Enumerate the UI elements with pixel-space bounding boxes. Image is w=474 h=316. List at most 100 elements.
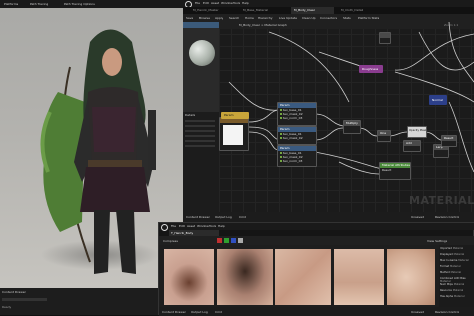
channel-g[interactable]	[224, 238, 229, 243]
material-bottom-0[interactable]: Content Drawer	[186, 215, 210, 219]
tex-bottom-0[interactable]: Content Drawer	[162, 310, 186, 314]
material-editor-window: File Edit Asset Window Tools Help M_Henr…	[183, 0, 474, 222]
tex-menu-asset[interactable]: Asset	[187, 224, 195, 228]
menu-window[interactable]: Window	[221, 1, 233, 5]
menu-tools[interactable]: Tools	[233, 1, 240, 5]
detail-row-2: Max In-Game Material	[440, 259, 469, 262]
sword-prop[interactable]	[148, 110, 156, 170]
small-node-c[interactable]: Add	[403, 140, 421, 152]
detail-row-6: Num Mips Material	[440, 283, 465, 286]
tex-menu-window[interactable]: Window	[197, 224, 209, 228]
doc-tab-2[interactable]: M_Body_Clear	[291, 7, 334, 14]
material-status-0[interactable]: Unsaved	[411, 215, 424, 219]
top-node-header	[380, 33, 390, 38]
texture-sample-node[interactable]	[219, 117, 249, 151]
tb-platform-stats[interactable]: Platform Stats	[358, 16, 379, 20]
tb-live-update[interactable]: Live Update	[279, 16, 297, 20]
tb-apply[interactable]: Apply	[215, 16, 223, 20]
material-toolbar: Save Browse Apply Search Home Hierarchy …	[183, 14, 474, 22]
tex-menu-file[interactable]: File	[171, 224, 176, 228]
detail-row-4: Method Material	[440, 271, 462, 274]
level-viewport[interactable]: Platforms Path Tracing Path Tracing Opti…	[0, 0, 183, 315]
menu-file[interactable]: File	[195, 1, 200, 5]
tb-clean-up[interactable]: Clean Up	[302, 16, 316, 20]
tex-menu-edit[interactable]: Edit	[179, 224, 185, 228]
tb-stats[interactable]: Stats	[343, 16, 351, 20]
viewport-bottom-bar: Content Drawer Ready	[0, 288, 183, 315]
material-bottom-1[interactable]: Output Log	[215, 215, 232, 219]
tb-save[interactable]: Save	[186, 16, 193, 20]
material-status-bar: Content Drawer Output Log Cmd Unsaved Re…	[183, 212, 474, 222]
material-watermark: MATERIAL	[409, 194, 474, 207]
skin-swatch-5	[387, 249, 435, 305]
material-attributes-node[interactable]: Material Attributes Result	[379, 162, 411, 180]
material-graph[interactable]: M_Body_Clear > Material Graph Zoom 1:1 P…	[219, 22, 474, 212]
tex-menu-help[interactable]: Help	[218, 224, 225, 228]
texture-param-node-1[interactable]: Param tex_base_01 tex_mask_02 tex_norm_0…	[277, 102, 317, 126]
tb-search[interactable]: Search	[229, 16, 239, 20]
tex-compress[interactable]: Compress	[163, 239, 178, 243]
detail-row-8: Has Alpha Material	[440, 295, 465, 298]
normal-param-node[interactable]: Normal	[429, 95, 447, 105]
channel-r[interactable]	[217, 238, 222, 243]
tb-browse[interactable]: Browse	[199, 16, 210, 20]
channel-a[interactable]	[238, 238, 243, 243]
doc-tab-0[interactable]: M_Henrik_Master	[193, 8, 231, 12]
menu-asset[interactable]: Asset	[211, 1, 219, 5]
material-attributes-row: Result	[382, 168, 392, 172]
details-row	[185, 125, 215, 127]
menu-help[interactable]: Help	[242, 1, 249, 5]
view-settings[interactable]: View Settings	[427, 239, 447, 243]
yellow-param-node[interactable]: Param	[221, 112, 249, 119]
tex-bottom-1[interactable]: Output Log	[191, 310, 208, 314]
details-row	[185, 130, 215, 132]
yellow-param-label: Param	[224, 113, 234, 117]
tex-bottom-2[interactable]: Cmd	[215, 310, 222, 314]
content-drawer-label[interactable]: Content Drawer	[2, 290, 26, 294]
top-node[interactable]	[379, 32, 391, 44]
texture-details-panel[interactable]: Imported Material Displayed Material Max…	[439, 245, 474, 307]
viewport-tab-0[interactable]: Platforms	[4, 2, 18, 6]
multiply-node[interactable]: Multiply	[343, 120, 361, 134]
material-status-1[interactable]: Revision Control	[435, 215, 459, 219]
skin-swatch-4	[334, 249, 384, 305]
texture-param-node-2[interactable]: Param tex_base_01 tex_mask_02	[277, 126, 317, 145]
skin-swatch-3	[275, 249, 331, 305]
viewport-tab-1[interactable]: Path Tracing	[30, 2, 48, 6]
details-title: Details	[185, 113, 196, 117]
tb-connectors[interactable]: Connectors	[320, 16, 337, 20]
graph-wires	[228, 22, 474, 175]
unreal-logo-2	[161, 224, 168, 231]
small-node-a[interactable]: One	[377, 130, 391, 142]
viewport-progress	[2, 298, 47, 301]
doc-tab-3[interactable]: M_Cloth_Detail	[341, 8, 379, 12]
texture-viewport[interactable]	[159, 245, 439, 307]
viewport-tab-2[interactable]: Path Tracing Options	[64, 2, 95, 6]
preview-sphere	[189, 40, 215, 66]
tb-home[interactable]: Home	[245, 16, 254, 20]
material-menubar: File Edit Asset Window Tools Help	[183, 0, 474, 8]
texture-param-node-3[interactable]: Param tex_base_01 tex_mask_02 tex_norm_0…	[277, 145, 317, 167]
white-texture-thumb	[223, 125, 243, 145]
roughness-param-node[interactable]: Roughness	[359, 65, 383, 73]
details-row	[185, 120, 215, 122]
doc-tab-1[interactable]: M_Base_Material	[243, 8, 281, 12]
viewport-tabbar: Platforms Path Tracing Path Tracing Opti…	[0, 0, 183, 8]
tex-status-0[interactable]: Unsaved	[411, 310, 424, 314]
small-node-a-header: One	[378, 131, 390, 136]
material-bottom-2[interactable]: Cmd	[239, 215, 246, 219]
tex-status-1[interactable]: Revision Control	[435, 310, 459, 314]
material-details-panel[interactable]: Details	[183, 112, 219, 212]
normal-label: Normal	[432, 98, 443, 102]
material-preview-panel[interactable]	[183, 22, 219, 112]
tb-hierarchy[interactable]: Hierarchy	[258, 16, 273, 20]
details-row	[185, 135, 215, 137]
small-node-e[interactable]: Result	[441, 135, 457, 147]
detail-row-1: Displayed Material	[440, 253, 465, 256]
preview-header	[183, 22, 219, 28]
viewport-status: Ready	[2, 305, 12, 309]
channel-b[interactable]	[231, 238, 236, 243]
small-node-b[interactable]: Opacity Mask	[407, 126, 427, 138]
tex-menu-tools[interactable]: Tools	[209, 224, 216, 228]
menu-edit[interactable]: Edit	[203, 1, 209, 5]
